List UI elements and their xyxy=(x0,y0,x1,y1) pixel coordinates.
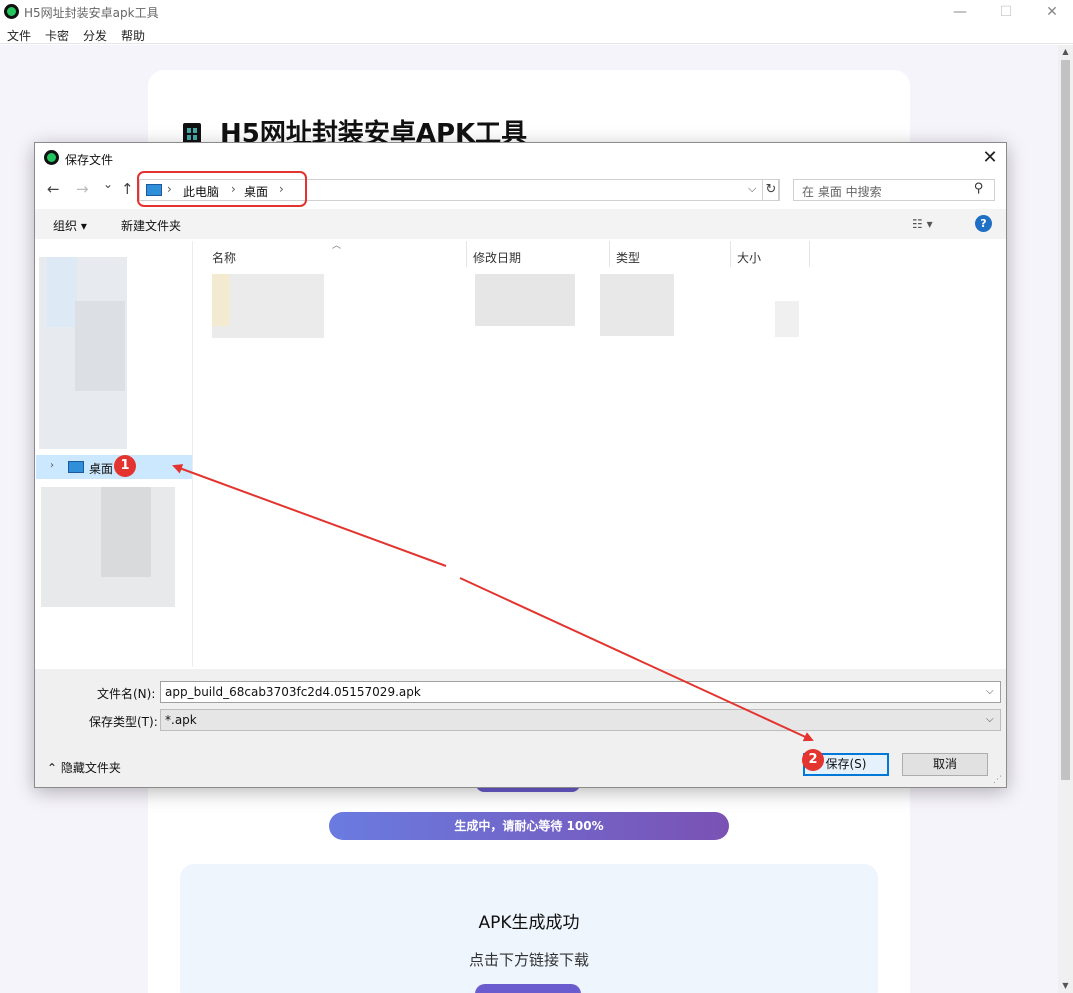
download-button[interactable] xyxy=(475,984,581,993)
blurred-tree-items xyxy=(75,301,125,391)
step-badge-2: 2 xyxy=(802,749,824,771)
app-title: H5网址封装安卓apk工具 xyxy=(24,6,159,20)
filename-label: 文件名(N): xyxy=(97,687,156,701)
chevron-up-icon: ⌃ xyxy=(47,761,61,775)
filename-input[interactable]: app_build_68cab3703fc2d4.05157029.apk xyxy=(160,681,1001,703)
search-icon: ⚲ xyxy=(974,181,984,196)
scroll-thumb[interactable] xyxy=(1061,60,1070,780)
new-folder-button[interactable]: 新建文件夹 xyxy=(121,217,181,234)
column-divider xyxy=(466,241,467,267)
column-modified[interactable]: 修改日期 xyxy=(473,249,521,266)
dialog-app-icon xyxy=(44,150,59,165)
column-divider xyxy=(730,241,731,267)
chevron-right-icon[interactable]: › xyxy=(50,460,54,471)
help-icon[interactable]: ? xyxy=(975,215,992,232)
scroll-up-icon[interactable]: ▲ xyxy=(1058,45,1073,59)
cancel-button[interactable]: 取消 xyxy=(902,753,988,776)
blurred-file-size xyxy=(775,301,799,337)
hide-folders-label: 隐藏文件夹 xyxy=(60,761,121,775)
dialog-titlebar: 保存文件 ✕ xyxy=(35,143,1006,173)
progress-bar: 生成中，请耐心等待 100% xyxy=(329,812,729,840)
address-dropdown-icon[interactable]: ⌵ xyxy=(748,182,756,196)
blurred-tree-items xyxy=(101,487,151,577)
sort-ascending-icon: ︿ xyxy=(332,241,342,251)
search-placeholder: 在 桌面 中搜索 xyxy=(802,185,882,199)
step-badge-1: 1 xyxy=(114,455,136,477)
dialog-toolbar: 组织 ▾ 新建文件夹 ☷ ▾ ? xyxy=(35,209,1006,239)
file-list: ︿ 名称 修改日期 类型 大小 xyxy=(195,241,1006,667)
menubar: 文件 卡密 分发 帮助 xyxy=(0,24,1073,44)
forward-arrow-icon[interactable]: → xyxy=(76,180,89,198)
breadcrumb-highlight xyxy=(137,171,307,207)
column-size[interactable]: 大小 xyxy=(737,249,761,266)
page-scrollbar[interactable]: ▲ ▼ xyxy=(1058,45,1073,993)
column-name[interactable]: 名称 xyxy=(212,249,236,266)
organize-menu[interactable]: 组织 ▾ xyxy=(53,217,87,234)
hide-folders-toggle[interactable]: ⌃ 隐藏文件夹 xyxy=(47,759,121,776)
menu-file[interactable]: 文件 xyxy=(7,27,31,44)
tree-item-label: 桌面 xyxy=(89,462,114,476)
view-options-icon[interactable]: ☷ ▾ xyxy=(912,217,933,231)
app-titlebar: H5网址封装安卓apk工具 — ☐ ✕ xyxy=(0,0,1073,24)
dialog-footer: 文件名(N): app_build_68cab3703fc2d4.0515702… xyxy=(35,669,1006,787)
dialog-close-button[interactable]: ✕ xyxy=(975,146,1005,170)
save-file-dialog: 保存文件 ✕ ← → ⌄ ↑ › 此电脑 › 桌面 › ⌵ ↻ 在 桌面 中搜索… xyxy=(34,142,1007,788)
filetype-label: 保存类型(T): xyxy=(89,715,158,729)
maximize-button[interactable]: ☐ xyxy=(983,0,1029,24)
column-type[interactable]: 类型 xyxy=(616,249,640,266)
refresh-icon[interactable]: ↻ xyxy=(762,179,780,201)
close-window-button[interactable]: ✕ xyxy=(1029,0,1073,24)
menu-help[interactable]: 帮助 xyxy=(121,27,145,44)
recent-locations-icon[interactable]: ⌄ xyxy=(103,177,113,191)
column-divider xyxy=(809,241,810,267)
success-title: APK生成成功 xyxy=(478,913,580,933)
back-arrow-icon[interactable]: ← xyxy=(47,180,60,198)
menu-distribute[interactable]: 分发 xyxy=(83,27,107,44)
minimize-button[interactable]: — xyxy=(937,0,983,24)
success-subtitle: 点击下方链接下载 xyxy=(468,951,589,969)
success-panel: APK生成成功 点击下方链接下载 xyxy=(180,864,878,993)
scroll-down-icon[interactable]: ▼ xyxy=(1058,979,1073,993)
search-input[interactable]: 在 桌面 中搜索 ⚲ xyxy=(793,179,995,201)
navigation-pane: › 桌面 xyxy=(35,241,193,667)
blurred-file-date xyxy=(475,274,575,326)
desktop-icon xyxy=(68,461,84,473)
filename-dropdown-icon[interactable]: ⌵ xyxy=(986,686,994,697)
blurred-tree-icons xyxy=(47,257,77,327)
filetype-select[interactable]: *.apk xyxy=(160,709,1001,731)
dialog-title: 保存文件 xyxy=(65,153,114,167)
up-arrow-icon[interactable]: ↑ xyxy=(121,180,134,198)
blurred-file-type xyxy=(600,274,674,336)
folder-icon xyxy=(212,274,230,326)
app-logo-icon xyxy=(4,4,19,19)
column-divider xyxy=(609,241,610,267)
resize-grip-icon[interactable]: ⋰ xyxy=(993,775,1002,785)
menu-license[interactable]: 卡密 xyxy=(45,27,69,44)
filetype-dropdown-icon[interactable]: ⌵ xyxy=(986,714,994,725)
